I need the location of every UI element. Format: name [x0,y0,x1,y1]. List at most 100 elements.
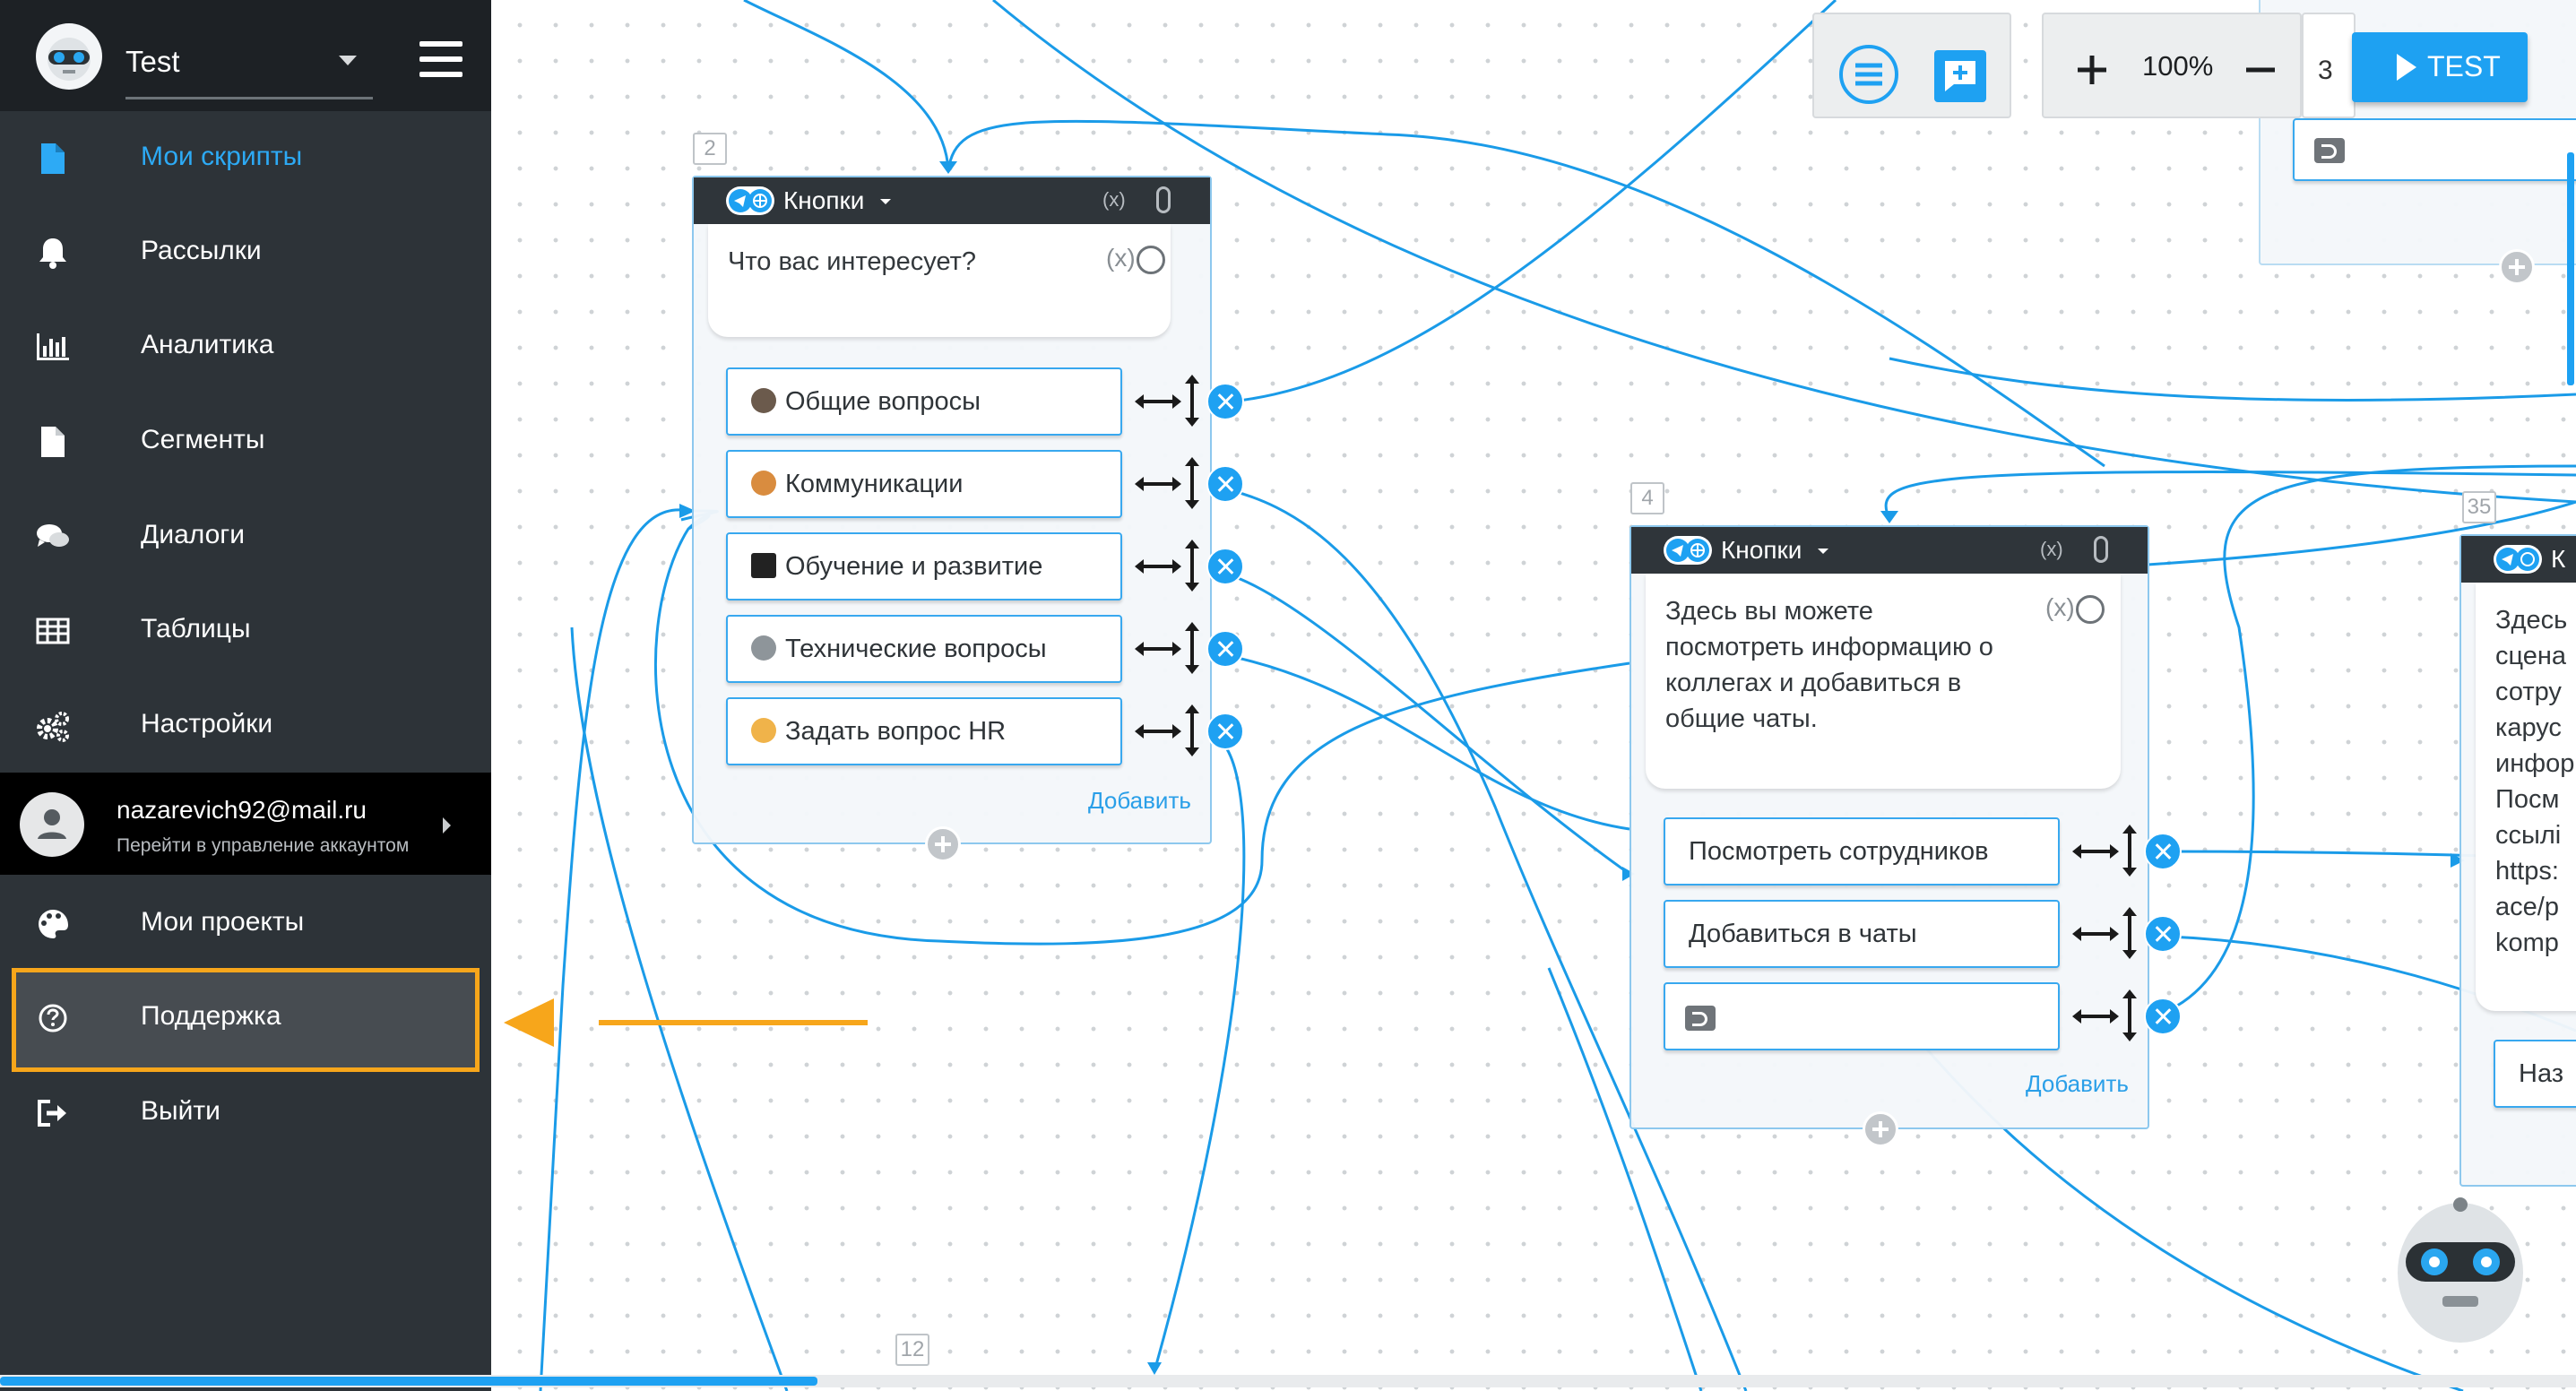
add-button-link[interactable]: Добавить [1088,787,1191,815]
vertical-scrollbar[interactable] [2567,152,2574,385]
nav-item-support[interactable]: Поддержка [0,971,491,1064]
message-line: ace/p [2495,893,2559,921]
list-view-icon[interactable] [1837,43,1900,106]
move-horizontal-icon[interactable] [2072,1009,2119,1024]
variable-icon[interactable]: (x) [1106,244,1136,272]
add-comment-icon[interactable] [1931,47,1990,106]
nav-item-dialogs[interactable]: Диалоги [0,489,491,583]
buttons-node-4[interactable]: Кнопки (x) Здесь вы можете посмотреть ин… [1629,525,2182,1129]
message-text[interactable]: Здесь сцена сотру карус инфор Посм ссылі… [2495,602,2574,961]
button-row: Обучение и развитие [726,532,1244,600]
nav-item-analytics[interactable]: Аналитика [0,299,491,393]
message-line: сотру [2495,678,2562,706]
message-text[interactable]: Что вас интересует? [728,244,976,280]
gear-emoji-icon [751,635,776,661]
delete-button-icon[interactable] [1206,548,1244,585]
view-toolbar [1812,13,2011,118]
move-horizontal-icon[interactable] [1135,724,1181,739]
nav-label: Мои проекты [141,907,305,937]
chevron-down-icon[interactable] [1818,549,1828,554]
emoji-smile-icon[interactable] [2076,595,2105,624]
test-button[interactable]: TEST [2352,32,2528,102]
reply-button[interactable]: Коммуникации [726,450,1122,518]
account-manage-link[interactable]: Перейти в управление аккаунтом [117,835,409,857]
nav-item-tables[interactable]: Таблицы [0,583,491,677]
message-text[interactable]: Здесь вы можете посмотреть информацию о … [1665,593,1993,737]
move-horizontal-icon[interactable] [2072,844,2119,859]
delete-button-icon[interactable] [2144,998,2182,1035]
add-node-plus-icon[interactable] [2499,249,2535,285]
message-bubble[interactable]: Здесь сцена сотру карус инфор Посм ссылі… [2476,583,2576,1011]
move-horizontal-icon[interactable] [1135,559,1181,574]
robot-assistant-icon[interactable] [2393,1192,2528,1344]
move-vertical-icon[interactable] [2122,907,2137,959]
nav-item-settings[interactable]: Настройки [0,678,491,772]
person-emoji-icon [751,471,776,496]
account-panel[interactable]: nazarevich92@mail.ru Перейти в управлени… [0,773,491,875]
reply-button[interactable]: Обучение и развитие [726,532,1122,600]
zoom-out-icon[interactable] [2243,52,2278,88]
delete-button-icon[interactable] [2144,833,2182,870]
node-type-label[interactable]: Кнопки [783,186,864,215]
emoji-smile-icon[interactable] [1137,246,1165,274]
horizontal-scrollbar-thumb[interactable] [0,1377,817,1386]
reply-button[interactable]: Технические вопросы [726,615,1122,683]
delete-button-icon[interactable] [1206,713,1244,750]
reply-button[interactable] [1664,982,2060,1050]
message-bubble[interactable]: Здесь вы можете посмотреть информацию о … [1646,574,2121,789]
reply-button[interactable]: Наз [2494,1040,2576,1108]
variable-icon[interactable]: (x) [2045,593,2075,622]
delete-button-icon[interactable] [2144,915,2182,953]
move-vertical-icon[interactable] [1185,457,1199,509]
nav-label: Таблицы [141,614,251,644]
paperclip-icon[interactable] [1156,186,1171,213]
move-vertical-icon[interactable] [2122,989,2137,1041]
chevron-down-icon[interactable] [880,199,891,204]
move-horizontal-icon[interactable] [1135,394,1181,409]
reply-button[interactable] [2293,118,2576,181]
reply-button[interactable]: Задать вопрос HR [726,697,1122,765]
reply-button[interactable]: Общие вопросы [726,367,1122,436]
message-bubble[interactable]: Что вас интересует? (x) [708,224,1171,337]
buttons-node-2[interactable]: Кнопки (x) Что вас интересует? (x) Общие… [692,176,1244,844]
play-icon [2397,54,2416,81]
move-horizontal-icon[interactable] [1135,477,1181,491]
move-horizontal-icon[interactable] [2072,927,2119,941]
node-header[interactable]: Кнопки (x) [1631,527,2148,574]
delete-button-icon[interactable] [1206,383,1244,420]
button-label: Посмотреть сотрудников [1689,837,1989,866]
move-horizontal-icon[interactable] [1135,642,1181,656]
variable-icon[interactable]: (x) [1102,188,1126,212]
buttons-node-35[interactable]: К Здесь сцена сотру карус инфор Посм ссы… [2459,534,2576,1187]
zoom-in-icon[interactable] [2074,52,2110,88]
nav-item-my-projects[interactable]: Мои проекты [0,877,491,970]
reply-button[interactable]: Добавиться в чаты [1664,900,2060,968]
add-button-link[interactable]: Добавить [2026,1070,2129,1098]
delete-button-icon[interactable] [1206,630,1244,668]
chevron-down-icon[interactable] [339,56,357,65]
add-node-plus-icon[interactable] [925,826,961,862]
move-vertical-icon[interactable] [1185,375,1199,427]
robot-logo[interactable] [36,23,102,90]
node-type-label[interactable]: К [2551,545,2565,574]
nav-item-mailings[interactable]: Рассылки [0,205,491,298]
flow-canvas[interactable]: 2 Кнопки (x) Что вас интересует? (x) Общ… [491,0,2576,1391]
nav-item-logout[interactable]: Выйти [0,1066,491,1159]
move-vertical-icon[interactable] [1185,704,1199,756]
move-vertical-icon[interactable] [1185,540,1199,592]
node-header[interactable]: Кнопки (x) [694,177,1210,224]
variable-icon[interactable]: (x) [2040,538,2063,561]
hamburger-menu-icon[interactable] [419,41,462,77]
partial-input[interactable]: 3 [2302,13,2356,118]
node-header[interactable]: К [2461,536,2576,583]
project-selector-label[interactable]: Test [125,45,180,79]
paperclip-icon[interactable] [2094,536,2108,563]
nav-item-segments[interactable]: Сегменты [0,394,491,488]
nav-item-my-scripts[interactable]: Мои скрипты [0,111,491,204]
move-vertical-icon[interactable] [1185,622,1199,674]
node-type-label[interactable]: Кнопки [1721,536,1802,565]
move-vertical-icon[interactable] [2122,825,2137,877]
reply-button[interactable]: Посмотреть сотрудников [1664,817,2060,886]
delete-button-icon[interactable] [1206,465,1244,503]
add-node-plus-icon[interactable] [1863,1111,1898,1147]
